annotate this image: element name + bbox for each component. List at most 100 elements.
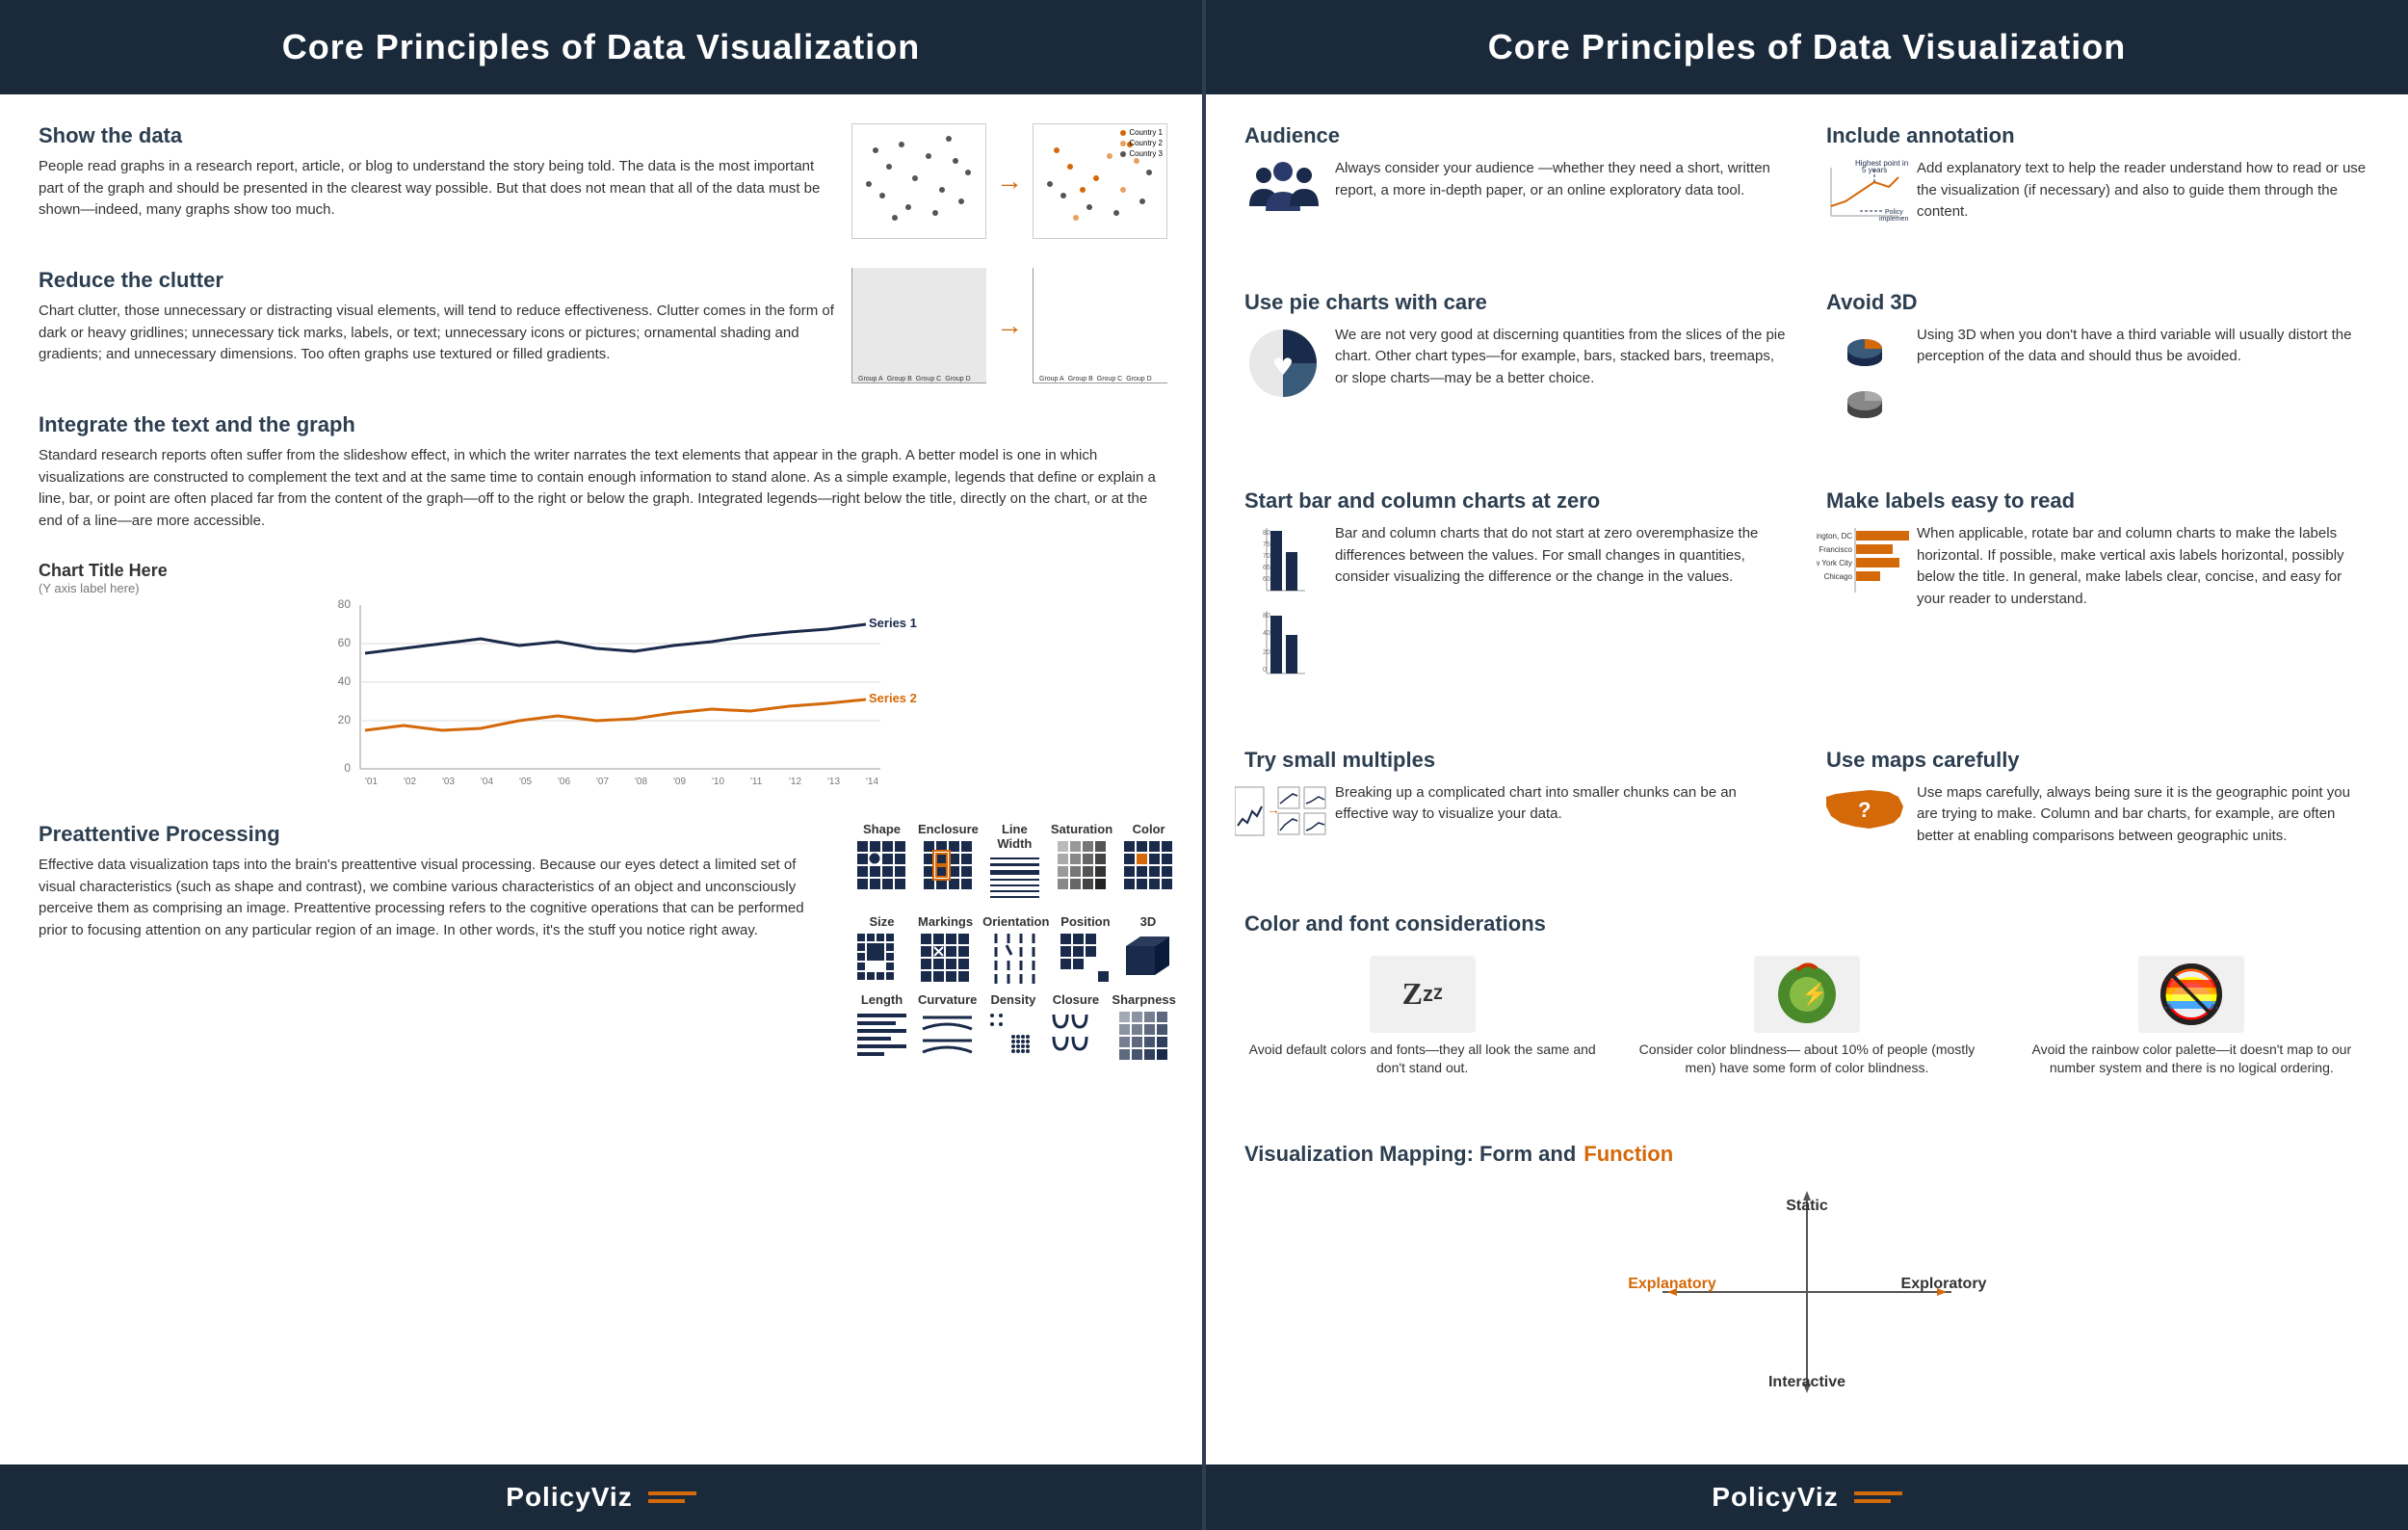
svg-text:Series 2: Series 2 [869, 691, 917, 705]
right-footer: PolicyViz [1206, 1464, 2408, 1530]
svg-text:?: ? [1858, 798, 1871, 822]
svg-text:'08: '08 [635, 777, 647, 787]
color-item-3: Avoid the rainbow color palette—it doesn… [2014, 956, 2369, 1078]
density-item: Density [986, 992, 1039, 1063]
curvature-icon [921, 1010, 974, 1063]
labels-text: When applicable, rotate bar and column c… [1917, 523, 2369, 610]
svg-text:60: 60 [1263, 576, 1270, 583]
markings-label: Markings [918, 914, 973, 929]
show-data-title: Show the data [39, 123, 836, 148]
reduce-clutter-section: Reduce the clutter Chart clutter, those … [39, 268, 1164, 383]
svg-text:New York City: New York City [1817, 559, 1852, 567]
pie-text: We are not very good at discerning quant… [1335, 325, 1788, 390]
shape-icon [855, 839, 908, 892]
color-desc-3: Avoid the rainbow color palette—it doesn… [2014, 1041, 2369, 1078]
svg-text:40: 40 [1263, 630, 1270, 637]
svg-text:Policy: Policy [1885, 209, 1903, 216]
svg-text:60: 60 [338, 636, 352, 649]
annotation-content: Highest point in 5 years Policy implemen… [1826, 158, 2369, 225]
footer-line-2 [648, 1499, 685, 1503]
barzero-icon: 80 75 70 65 60 80 [1244, 523, 1322, 683]
length-item: Length [855, 992, 908, 1063]
smallmult-icon: → [1244, 782, 1322, 840]
preattentive-body: Effective data visualization taps into t… [39, 855, 836, 941]
3d-item: 3D [1121, 914, 1174, 985]
smallmult-title: Try small multiples [1244, 748, 1788, 773]
avoid3d-title: Avoid 3D [1826, 290, 2369, 315]
color-item: Color [1122, 822, 1175, 907]
shape-label: Shape [863, 822, 901, 836]
color-item-2: ⚡ Consider color blindness— about 10% of… [1629, 956, 1984, 1078]
enclosure-item: Enclosure [918, 822, 979, 907]
show-data-text: Show the data People read graphs in a re… [39, 123, 836, 222]
density-label: Density [990, 992, 1035, 1007]
vizmapping-svg: Static Interactive Explanatory Explorato… [1614, 1186, 2000, 1398]
svg-text:80: 80 [338, 597, 352, 611]
show-data-section: Show the data People read graphs in a re… [39, 123, 1164, 239]
pie-icon [1244, 325, 1322, 402]
color-desc-2: Consider color blindness— about 10% of p… [1629, 1041, 1984, 1078]
right-brand: PolicyViz [1712, 1482, 1838, 1513]
smallmult-content: → Breaking up a complicated cha [1244, 782, 1788, 840]
curvature-label: Curvature [918, 992, 977, 1007]
audience-section: Audience Always consider you [1244, 123, 1788, 263]
scatter-after: Country 1 Country 2 Country 3 [1033, 123, 1167, 239]
audience-text: Always consider your audience —whether t… [1335, 158, 1788, 201]
labels-icon: Washington, DC San Francisco New York Ci… [1826, 523, 1903, 600]
maps-svg: ? [1821, 782, 1908, 840]
svg-text:20: 20 [1263, 649, 1270, 656]
length-label: Length [861, 992, 903, 1007]
preattentive-text: Preattentive Processing Effective data v… [39, 822, 836, 941]
barzero-title: Start bar and column charts at zero [1244, 488, 1788, 514]
scatter-legend: Country 1 Country 2 Country 3 [1120, 128, 1163, 160]
curvature-item: Curvature [918, 992, 977, 1063]
enclosure-label: Enclosure [918, 822, 979, 836]
svg-text:Washington, DC: Washington, DC [1817, 532, 1852, 541]
color-desc-1: Avoid default colors and fonts—they all … [1244, 1041, 1600, 1078]
enclosure-icon [922, 839, 975, 892]
saturation-icon [1056, 839, 1109, 892]
svg-text:'10: '10 [712, 777, 724, 787]
svg-text:San Francisco: San Francisco [1817, 545, 1853, 554]
color-label: Color [1133, 822, 1165, 836]
svg-text:'11: '11 [750, 777, 763, 787]
svg-text:'06: '06 [558, 777, 570, 787]
svg-text:Explanatory: Explanatory [1628, 1276, 1716, 1292]
color-item-1: Z z Z Avoid default colors and fonts—the… [1244, 956, 1600, 1078]
saturation-label: Saturation [1051, 822, 1112, 836]
right-footer-lines [1854, 1491, 1902, 1503]
integrate-title: Integrate the text and the graph [39, 412, 1164, 437]
density-icon [986, 1010, 1039, 1063]
color-font-title: Color and font considerations [1244, 911, 2369, 936]
svg-text:'09: '09 [673, 777, 686, 787]
show-data-body: People read graphs in a research report,… [39, 156, 836, 222]
line-chart-container: Chart Title Here (Y axis label here) 0 [39, 561, 1164, 793]
reduce-clutter-visual: Group A Group B Group C [855, 268, 1164, 383]
maps-title: Use maps carefully [1826, 748, 2369, 773]
left-brand: PolicyViz [506, 1482, 632, 1513]
line-chart-svg: 0 20 40 60 80 '01 '02 '03 '04 '05 '06 '0… [39, 595, 1164, 788]
avoid3d-icon [1826, 325, 1903, 425]
integrate-section: Integrate the text and the graph Standar… [39, 412, 1164, 793]
smallmult-svg: → [1235, 782, 1331, 840]
right-footer-line-2 [1854, 1499, 1891, 1503]
svg-text:'05: '05 [519, 777, 532, 787]
colorblind-svg: ⚡ [1768, 961, 1845, 1028]
svg-text:'12: '12 [789, 777, 801, 787]
orientation-icon [989, 932, 1042, 985]
size-item: Size [855, 914, 908, 985]
svg-text:'03: '03 [442, 777, 455, 787]
color-icon-2: ⚡ [1754, 956, 1860, 1033]
svg-text:80: 80 [1263, 613, 1270, 620]
position-item: Position [1059, 914, 1112, 985]
audience-title: Audience [1244, 123, 1788, 148]
scatter-charts: → [851, 123, 1167, 239]
position-icon [1059, 932, 1112, 985]
chart-title: Chart Title Here [39, 561, 1164, 581]
markings-icon [919, 932, 972, 985]
smallmult-section: Try small multiples → [1244, 748, 1788, 884]
annotation-section: Include annotation Highest point in 5 ye… [1826, 123, 2369, 263]
labels-svg: Washington, DC San Francisco New York Ci… [1817, 523, 1913, 600]
bar-notzero-svg: 80 75 70 65 60 [1259, 523, 1307, 600]
svg-text:Exploratory: Exploratory [1901, 1276, 1987, 1292]
